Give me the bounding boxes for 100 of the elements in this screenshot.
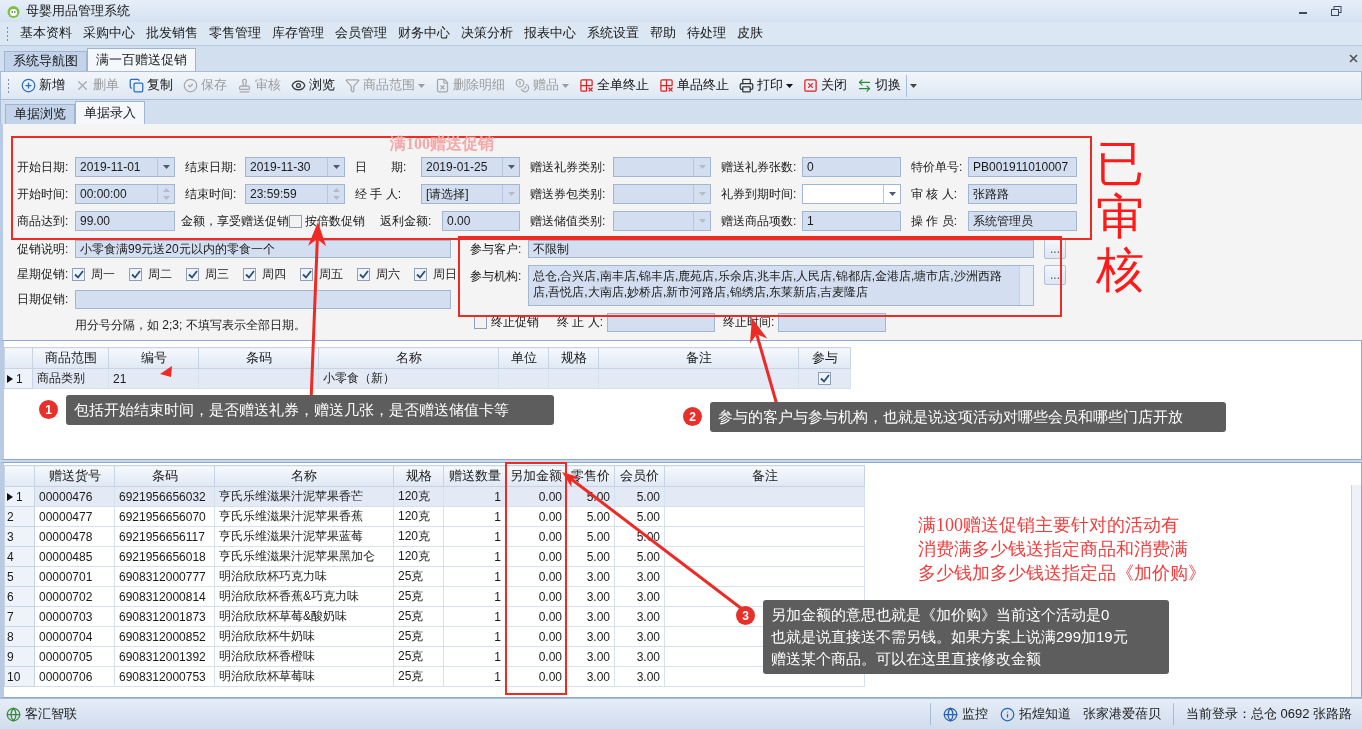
menu-item[interactable]: 皮肤 <box>732 25 768 42</box>
toolbar-button[interactable]: 浏览 <box>286 74 340 97</box>
text-field[interactable]: 系统管理员 <box>968 211 1077 231</box>
toolbar-button[interactable]: 关闭 <box>798 74 852 97</box>
column-header[interactable]: 会员价 <box>614 465 665 487</box>
spin-arrows-icon <box>332 188 340 200</box>
tab[interactable]: 单据浏览 <box>5 104 75 124</box>
checkbox[interactable] <box>357 267 371 281</box>
field-label: 开始时间: <box>17 185 70 203</box>
toolbar-button[interactable]: 切换 <box>852 74 906 97</box>
checkbox[interactable] <box>818 371 831 385</box>
checkbox[interactable] <box>289 214 302 228</box>
table-cell: 25克 <box>393 566 444 587</box>
field-label: 审 核 人: <box>910 185 958 203</box>
funnel-icon <box>345 78 360 93</box>
column-header[interactable]: 条码 <box>114 465 215 487</box>
row-header: 6 <box>4 586 35 607</box>
menu-item[interactable]: 财务中心 <box>393 25 455 42</box>
checkbox-label: 周二 <box>148 265 173 283</box>
table-cell: 6921956656070 <box>114 506 215 527</box>
field-label: 促销说明: <box>17 240 70 258</box>
column-header[interactable]: 赠送货号 <box>34 465 115 487</box>
checkbox[interactable] <box>414 267 428 281</box>
field-label: 结束日期: <box>184 158 238 176</box>
document-tab[interactable]: 满一百赠送促销 <box>87 48 196 71</box>
field-label: 结束时间: <box>184 185 238 203</box>
table-cell: 6908312000777 <box>114 566 215 587</box>
text-field[interactable]: 99.00 <box>75 211 175 231</box>
restore-icon[interactable] <box>1330 6 1342 16</box>
checkbox[interactable] <box>300 267 314 281</box>
text-field[interactable] <box>75 289 451 309</box>
column-header[interactable]: 备注 <box>664 465 865 487</box>
column-header-blank <box>4 347 33 369</box>
tab[interactable]: 单据录入 <box>75 101 145 124</box>
text-field[interactable]: PB001911010007 <box>968 157 1077 177</box>
table-cell: 00000485 <box>34 546 115 567</box>
menu-item[interactable]: 待处理 <box>682 25 731 42</box>
table-cell: 6908312000852 <box>114 626 215 647</box>
column-header[interactable]: 编号 <box>108 347 199 369</box>
caret-icon <box>698 219 706 223</box>
toolbar-button[interactable]: 复制 <box>124 74 178 97</box>
scrollbar[interactable] <box>1019 266 1033 305</box>
menu-item[interactable]: 系统设置 <box>582 25 644 42</box>
menu-item[interactable]: 批发销售 <box>141 25 203 42</box>
row-pointer-icon <box>7 492 13 501</box>
toolbar-button[interactable]: 单品终止 <box>654 74 734 97</box>
toolbar-button[interactable]: 全单终止 <box>574 74 654 97</box>
date-field[interactable]: 2019-01-25 <box>421 157 520 177</box>
column-header[interactable]: 另加金额 <box>505 465 567 487</box>
table-cell: 3.00 <box>614 666 665 687</box>
column-header[interactable]: 名称 <box>318 347 499 369</box>
column-header[interactable]: 商品范围 <box>32 347 109 369</box>
info-icon <box>999 706 1015 722</box>
globe-icon <box>6 706 21 722</box>
status-text: 当前登录：总仓 0692 张路路 <box>1184 705 1353 723</box>
checkbox[interactable] <box>72 267 86 281</box>
checkbox[interactable] <box>129 267 143 281</box>
menu-item[interactable]: 决策分析 <box>456 25 518 42</box>
checkbox[interactable] <box>186 267 200 281</box>
browse-button[interactable]: ... <box>1044 265 1066 285</box>
checkbox-label: 周三 <box>205 265 230 283</box>
text-field[interactable]: 1 <box>802 211 901 231</box>
menu-item[interactable]: 帮助 <box>645 25 681 42</box>
status-link[interactable]: 拓煌知道 <box>995 705 1075 723</box>
column-header[interactable]: 规格 <box>393 465 444 487</box>
column-header[interactable]: 备注 <box>598 347 799 369</box>
scrollbar[interactable] <box>1351 485 1361 697</box>
menu-item[interactable]: 报表中心 <box>519 25 581 42</box>
column-header[interactable]: 规格 <box>548 347 599 369</box>
checkbox[interactable] <box>243 267 257 281</box>
document-tab[interactable]: 系统导航图 <box>4 51 87 71</box>
table-cell: 明治欣欣杯草莓味 <box>214 666 394 687</box>
date-field[interactable]: 2019-11-01 <box>75 157 175 177</box>
column-header[interactable]: 条码 <box>198 347 319 369</box>
menu-item[interactable]: 会员管理 <box>330 25 392 42</box>
column-header[interactable]: 参与 <box>798 347 851 369</box>
toolbar-button[interactable]: 新增 <box>16 74 70 97</box>
text-field[interactable]: 张路路 <box>968 184 1077 204</box>
table-cell: 6908312001873 <box>114 606 215 627</box>
menu-item[interactable]: 零售管理 <box>204 25 266 42</box>
status-link[interactable]: 监控 <box>938 705 992 723</box>
date-field[interactable]: 2019-11-30 <box>245 157 345 177</box>
text-field[interactable]: 0 <box>802 157 901 177</box>
column-header[interactable]: 赠送数量 <box>443 465 506 487</box>
toolbar-button[interactable]: 打印 <box>734 74 798 97</box>
table-cell: 明治欣欣杯草莓&酸奶味 <box>214 606 394 627</box>
text-field[interactable]: 不限制 <box>528 240 1034 258</box>
menu-item[interactable]: 基本资料 <box>15 25 77 42</box>
column-header[interactable]: 名称 <box>214 465 394 487</box>
table-cell: 25克 <box>393 586 444 607</box>
caret-icon <box>888 192 896 196</box>
table-cell: 3.00 <box>566 646 615 667</box>
menu-item[interactable]: 库存管理 <box>267 25 329 42</box>
date-field[interactable] <box>802 184 901 204</box>
toolbar-overflow-button[interactable] <box>906 74 920 97</box>
column-header[interactable]: 单位 <box>498 347 549 369</box>
menu-item[interactable]: 采购中心 <box>78 25 140 42</box>
text-field[interactable]: 小零食满99元送20元以内的零食一个 <box>75 240 451 258</box>
text-area[interactable]: 总仓,合兴店,南丰店,锦丰店,鹿苑店,乐余店,兆丰店,人民店,锦都店,金港店,塘市店,沙洲西路店,吾悦店,大南店,妙桥店,新市河路店,锦绣店,东莱新店,吉麦隆店 <box>528 265 1034 306</box>
text-field[interactable]: 0.00 <box>442 211 520 231</box>
